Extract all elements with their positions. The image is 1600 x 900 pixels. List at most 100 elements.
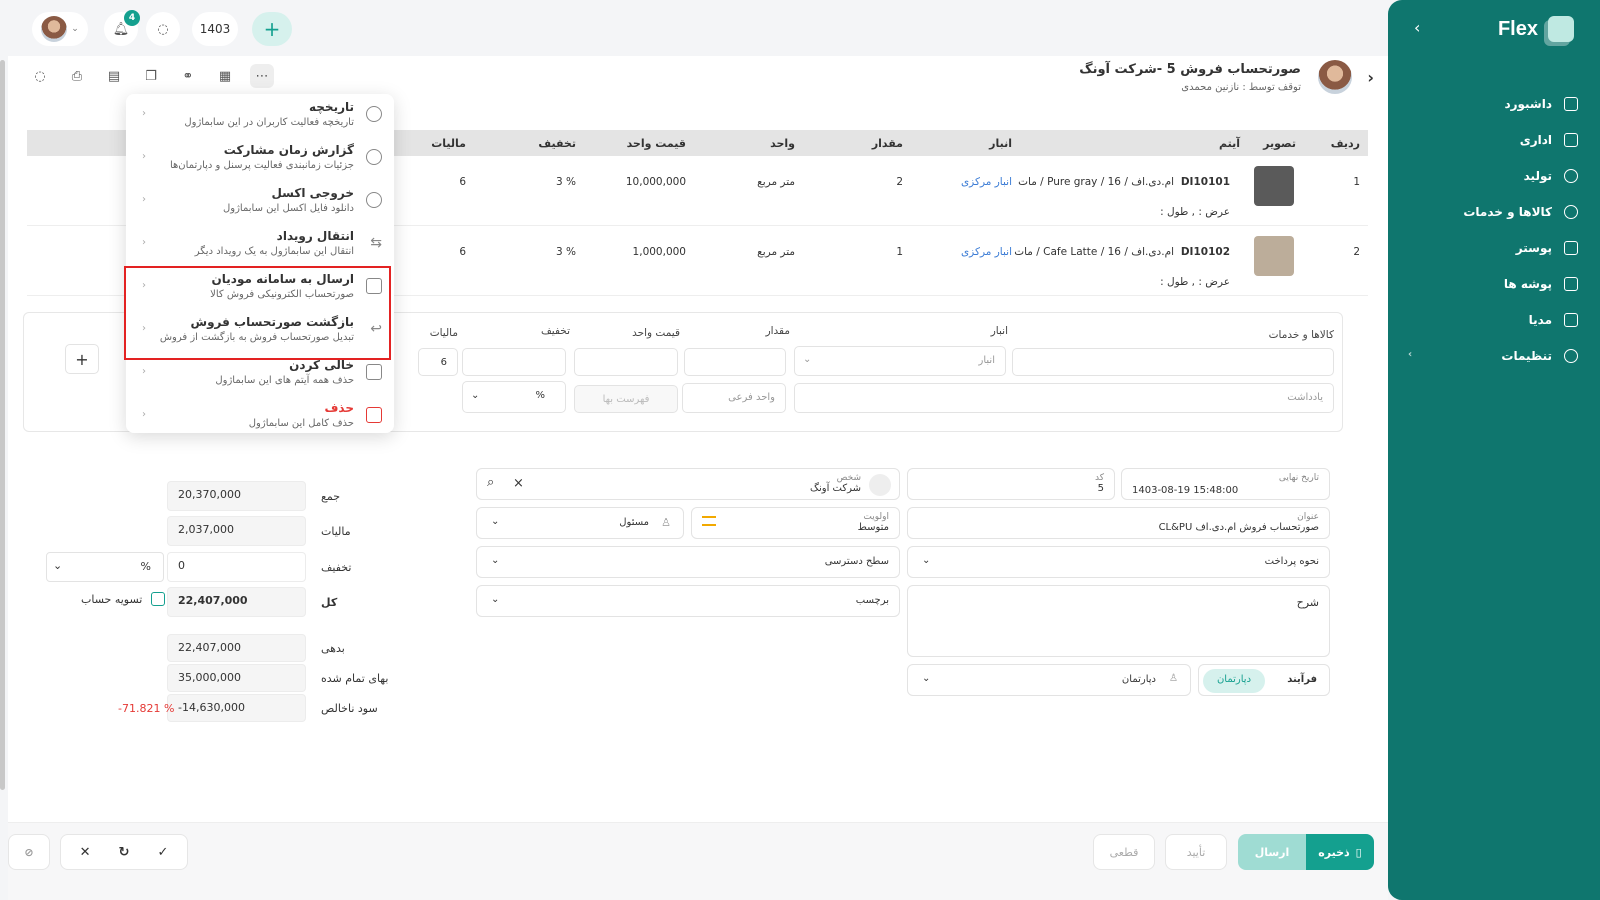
user-menu[interactable]: ⌄: [32, 12, 88, 46]
chevron-left-icon: ‹: [142, 237, 146, 248]
warehouse-select[interactable]: انبار ⌄: [794, 346, 1006, 376]
code-field[interactable]: کد 5: [907, 468, 1115, 500]
menu-item-transfer-event[interactable]: ⇆ انتقال رویداد انتقال این سابماژول به یک …: [126, 223, 394, 266]
add-item-button[interactable]: +: [65, 344, 99, 374]
code-value: 5: [1097, 483, 1104, 494]
chevron-down-icon: ⌄: [491, 516, 500, 527]
close-icon[interactable]: ✕: [80, 845, 91, 860]
send-label: ارسال: [1254, 845, 1290, 859]
print-icon[interactable]: ⎙: [65, 64, 89, 88]
sidebar-item-media[interactable]: مدیا: [1408, 302, 1578, 338]
refresh-icon[interactable]: ↻: [119, 845, 130, 860]
title-label: عنوان: [1297, 512, 1319, 522]
menu-item-time-report[interactable]: گزارش زمان مشارکت جزئیات زمانبندی فعالیت …: [126, 137, 394, 180]
scrollbar[interactable]: [0, 60, 5, 790]
price-list-input[interactable]: فهرست بها: [574, 385, 678, 413]
discount-type-select[interactable]: % ⌄: [462, 381, 566, 413]
tax-label: مالیات: [429, 327, 458, 339]
tax-value: 6: [440, 357, 447, 368]
title-field[interactable]: عنوان صورتحساب فروش ام.دی.اف CL&PU: [907, 507, 1330, 539]
qty-input[interactable]: [684, 348, 786, 376]
unit-price-input[interactable]: [574, 348, 678, 376]
clear-icon[interactable]: ×: [513, 476, 524, 491]
description-textarea[interactable]: شرح: [907, 585, 1330, 657]
sidebar-item-poster[interactable]: پوستر: [1408, 230, 1578, 266]
copy-icon[interactable]: ❐: [139, 64, 163, 88]
tax-total-label: مالیات: [321, 525, 351, 538]
cell-tax: 6: [459, 176, 466, 188]
chevron-left-icon: ‹: [142, 108, 146, 119]
tax-input[interactable]: 6: [418, 348, 458, 376]
payment-method-select[interactable]: نحوه پرداخت ⌄: [907, 546, 1330, 578]
note-input[interactable]: یادداشت: [794, 383, 1334, 413]
sidebar-item-dashboard[interactable]: داشبورد: [1408, 86, 1578, 122]
due-date-field[interactable]: تاریخ نهایی 1403-08-19 15:48:00: [1121, 468, 1330, 500]
process-tabs: فرآیند دپارتمان: [1198, 664, 1330, 696]
sidebar-item-goods[interactable]: کالاها و خدمات: [1408, 194, 1578, 230]
trash-icon: [366, 407, 382, 423]
tax-total-value: 2,037,000: [167, 516, 306, 546]
chat-icon[interactable]: ◌: [28, 64, 52, 88]
col-unit-price: قیمت واحد: [626, 137, 686, 150]
image-icon: [1564, 241, 1578, 255]
chevron-down-icon: ⌄: [922, 673, 931, 684]
goods-input[interactable]: [1012, 348, 1334, 376]
link-icon[interactable]: ⚭: [176, 64, 200, 88]
person-avatar: [869, 474, 891, 496]
production-icon: [1564, 169, 1578, 183]
more-options-icon[interactable]: ⋯: [250, 64, 274, 88]
owner-select[interactable]: ♙ مسئول ⌄: [476, 507, 684, 539]
cell-warehouse[interactable]: انبار مرکزی: [961, 176, 1012, 188]
menu-item-history[interactable]: تاریخچه تاریخچه فعالیت کاربران در این ساب…: [126, 94, 394, 137]
hide-icon[interactable]: ⊘: [8, 834, 50, 870]
tag-label: برچسب: [855, 595, 889, 606]
sidebar-item-production[interactable]: تولید: [1408, 158, 1578, 194]
brand: Flex: [1498, 16, 1574, 42]
add-button[interactable]: +: [252, 12, 292, 46]
sub-unit-input[interactable]: واحد فرعی: [682, 383, 786, 413]
save-label: ذخیره: [1318, 845, 1350, 859]
invoice-icon[interactable]: ▤: [102, 64, 126, 88]
year-selector[interactable]: 1403: [192, 12, 238, 46]
sidebar-item-label: اداری: [1519, 133, 1552, 147]
final-button[interactable]: قطعی: [1093, 834, 1155, 870]
folder-icon: [1564, 277, 1578, 291]
calculator-icon[interactable]: ▦: [213, 64, 237, 88]
sidebar-item-folders[interactable]: پوشه ها: [1408, 266, 1578, 302]
chat-button[interactable]: ◌: [146, 12, 180, 46]
search-icon[interactable]: ⌕: [487, 475, 494, 490]
cell-code: DI10101: [1180, 176, 1230, 188]
person-field[interactable]: شخص شرکت آونگ × ⌕: [476, 468, 900, 500]
sum-value: 20,370,000: [167, 481, 306, 511]
department-select[interactable]: ♙ دپارتمان ⌄: [907, 664, 1191, 696]
plus-icon: +: [263, 17, 281, 41]
description-label: شرح: [1296, 596, 1319, 609]
save-button[interactable]: ذخیره ▯: [1306, 834, 1374, 870]
send-button[interactable]: ارسال: [1238, 834, 1306, 870]
tag-select[interactable]: برچسب ⌄: [476, 585, 900, 617]
settle-checkbox[interactable]: [151, 592, 165, 606]
sidebar-item-settings[interactable]: تنظیمات ‹: [1408, 338, 1578, 374]
menu-item-excel-export[interactable]: خروجی اکسل دانلود فایل اکسل این سابماژول ‹: [126, 180, 394, 223]
approve-button[interactable]: تأیید: [1165, 834, 1227, 870]
priority-field[interactable]: اولویت متوسط: [691, 507, 900, 539]
tab-department[interactable]: دپارتمان: [1203, 669, 1265, 693]
bookmark-icon: ▯: [1355, 845, 1362, 859]
discount-input[interactable]: [462, 348, 566, 376]
discount-total-input[interactable]: 0: [167, 552, 306, 582]
back-arrow-icon[interactable]: ›: [1367, 68, 1374, 87]
notifications-button[interactable]: 🔔︎ 4: [104, 10, 140, 46]
priority-value: متوسط: [857, 522, 889, 533]
collapse-sidebar-icon[interactable]: ‹: [1414, 18, 1420, 37]
cell-qty: 1: [896, 246, 903, 258]
sidebar-item-label: پوشه ها: [1503, 277, 1552, 291]
warehouse-placeholder: انبار: [978, 355, 995, 366]
brand-logo-icon: [1548, 16, 1574, 42]
sidebar-item-admin[interactable]: اداری: [1408, 122, 1578, 158]
check-icon[interactable]: ✓: [157, 845, 168, 860]
cell-warehouse[interactable]: انبار مرکزی: [961, 246, 1012, 258]
access-level-select[interactable]: سطح دسترسی ⌄: [476, 546, 900, 578]
menu-item-delete[interactable]: حذف حذف کامل این سابماژول ‹: [126, 395, 394, 438]
discount-type-select[interactable]: % ⌄: [46, 552, 164, 582]
tab-process[interactable]: فرآیند: [1287, 674, 1317, 685]
